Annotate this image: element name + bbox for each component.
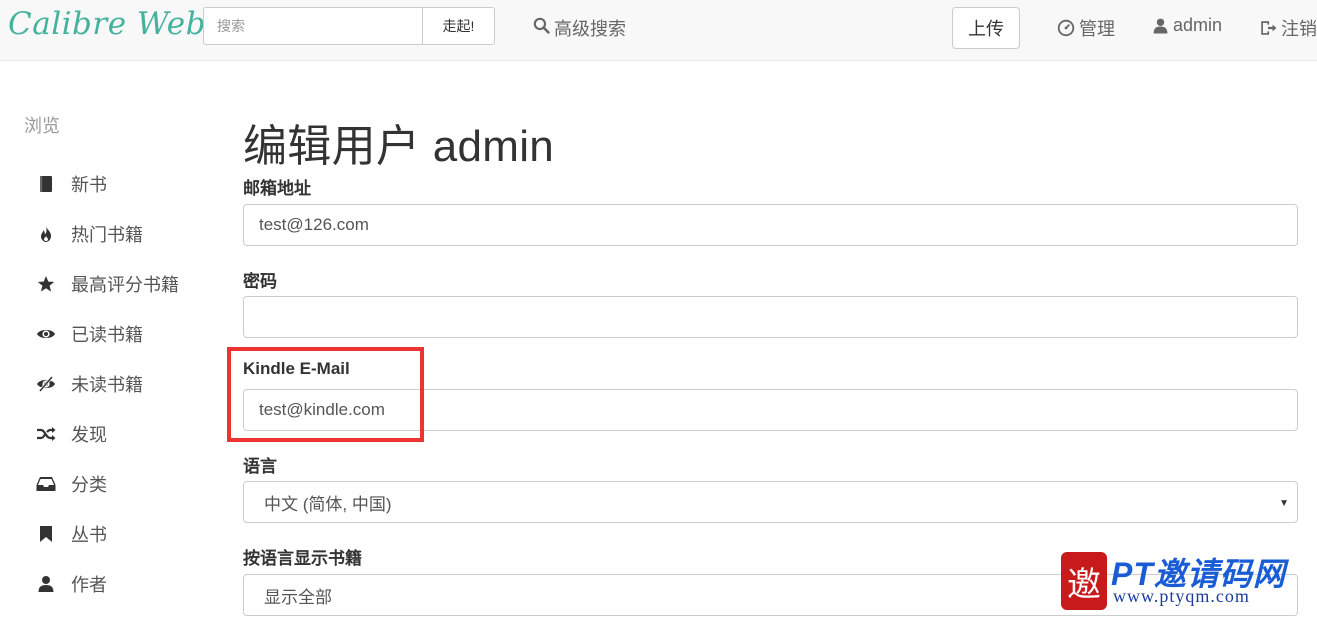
eye-icon: [36, 324, 56, 344]
star-icon: [36, 274, 56, 294]
email-field-value: test@126.com: [259, 215, 369, 234]
sidebar-item-label: 热门书籍: [71, 225, 143, 245]
sidebar-item-label: 发现: [71, 425, 107, 445]
upload-button[interactable]: 上传: [952, 7, 1020, 49]
sidebar-item-hot-books[interactable]: 热门书籍: [36, 221, 143, 247]
email-field[interactable]: test@126.com: [243, 204, 1298, 246]
language-select-value: 中文 (简体, 中国): [264, 494, 392, 514]
sidebar-item-discover[interactable]: 发现: [36, 421, 107, 447]
fire-icon: [36, 224, 56, 244]
watermark: 邀 PT邀请码网 www.ptyqm.com: [1061, 550, 1311, 616]
page-title: 编辑用户 admin: [243, 122, 555, 171]
dashboard-icon: [1057, 19, 1075, 37]
search-icon: [533, 17, 550, 39]
user-profile-link[interactable]: admin: [1152, 15, 1222, 36]
sidebar-item-authors[interactable]: 作者: [36, 571, 107, 597]
book-language-label: 按语言显示书籍: [243, 549, 362, 568]
inbox-icon: [36, 474, 56, 494]
sidebar-item-top-rated[interactable]: 最高评分书籍: [36, 271, 179, 297]
password-field[interactable]: [243, 296, 1298, 338]
language-label: 语言: [243, 457, 277, 476]
sidebar-item-label: 作者: [71, 575, 107, 595]
email-label: 邮箱地址: [243, 179, 311, 198]
user-icon: [1152, 17, 1169, 35]
kindle-highlight-box: [227, 347, 424, 442]
sidebar-header: 浏览: [24, 116, 60, 136]
sidebar-item-label: 丛书: [71, 525, 107, 545]
advanced-search-link[interactable]: 高级搜索: [533, 15, 626, 41]
logout-icon: [1259, 19, 1277, 37]
sidebar-item-label: 未读书籍: [71, 375, 143, 395]
book-icon: [36, 174, 56, 194]
sidebar-item-categories[interactable]: 分类: [36, 471, 107, 497]
search-input[interactable]: [203, 7, 423, 45]
advanced-search-label: 高级搜索: [554, 19, 626, 39]
admin-settings-link[interactable]: 管理: [1057, 15, 1115, 41]
sidebar-item-label: 分类: [71, 475, 107, 495]
admin-settings-label: 管理: [1079, 19, 1115, 39]
sidebar-item-read-books[interactable]: 已读书籍: [36, 321, 143, 347]
search-button[interactable]: 走起!: [422, 7, 495, 45]
user-label: admin: [1173, 15, 1223, 35]
caret-down-icon: ▼: [1279, 498, 1289, 509]
language-select[interactable]: 中文 (简体, 中国) ▼: [243, 481, 1298, 523]
sidebar-item-series[interactable]: 丛书: [36, 521, 107, 547]
watermark-url: www.ptyqm.com: [1113, 586, 1250, 606]
sidebar-item-unread-books[interactable]: 未读书籍: [36, 371, 143, 397]
random-icon: [36, 424, 56, 444]
logout-label: 注销: [1281, 19, 1317, 39]
bookmark-icon: [36, 524, 56, 544]
password-label: 密码: [243, 272, 277, 291]
logout-link[interactable]: 注销: [1259, 15, 1317, 41]
sidebar-item-label: 已读书籍: [71, 325, 143, 345]
user-icon: [36, 574, 56, 594]
watermark-seal: 邀: [1061, 552, 1107, 610]
book-language-select-value: 显示全部: [264, 587, 332, 607]
eye-slash-icon: [36, 374, 56, 394]
sidebar-item-label: 最高评分书籍: [71, 275, 179, 295]
navbar: Calibre Web 走起! 高级搜索 上传 管理 admin 注销: [0, 0, 1317, 61]
brand-logo[interactable]: Calibre Web: [8, 6, 206, 42]
sidebar-item-label: 新书: [71, 175, 107, 195]
sidebar-item-new-books[interactable]: 新书: [36, 171, 107, 197]
